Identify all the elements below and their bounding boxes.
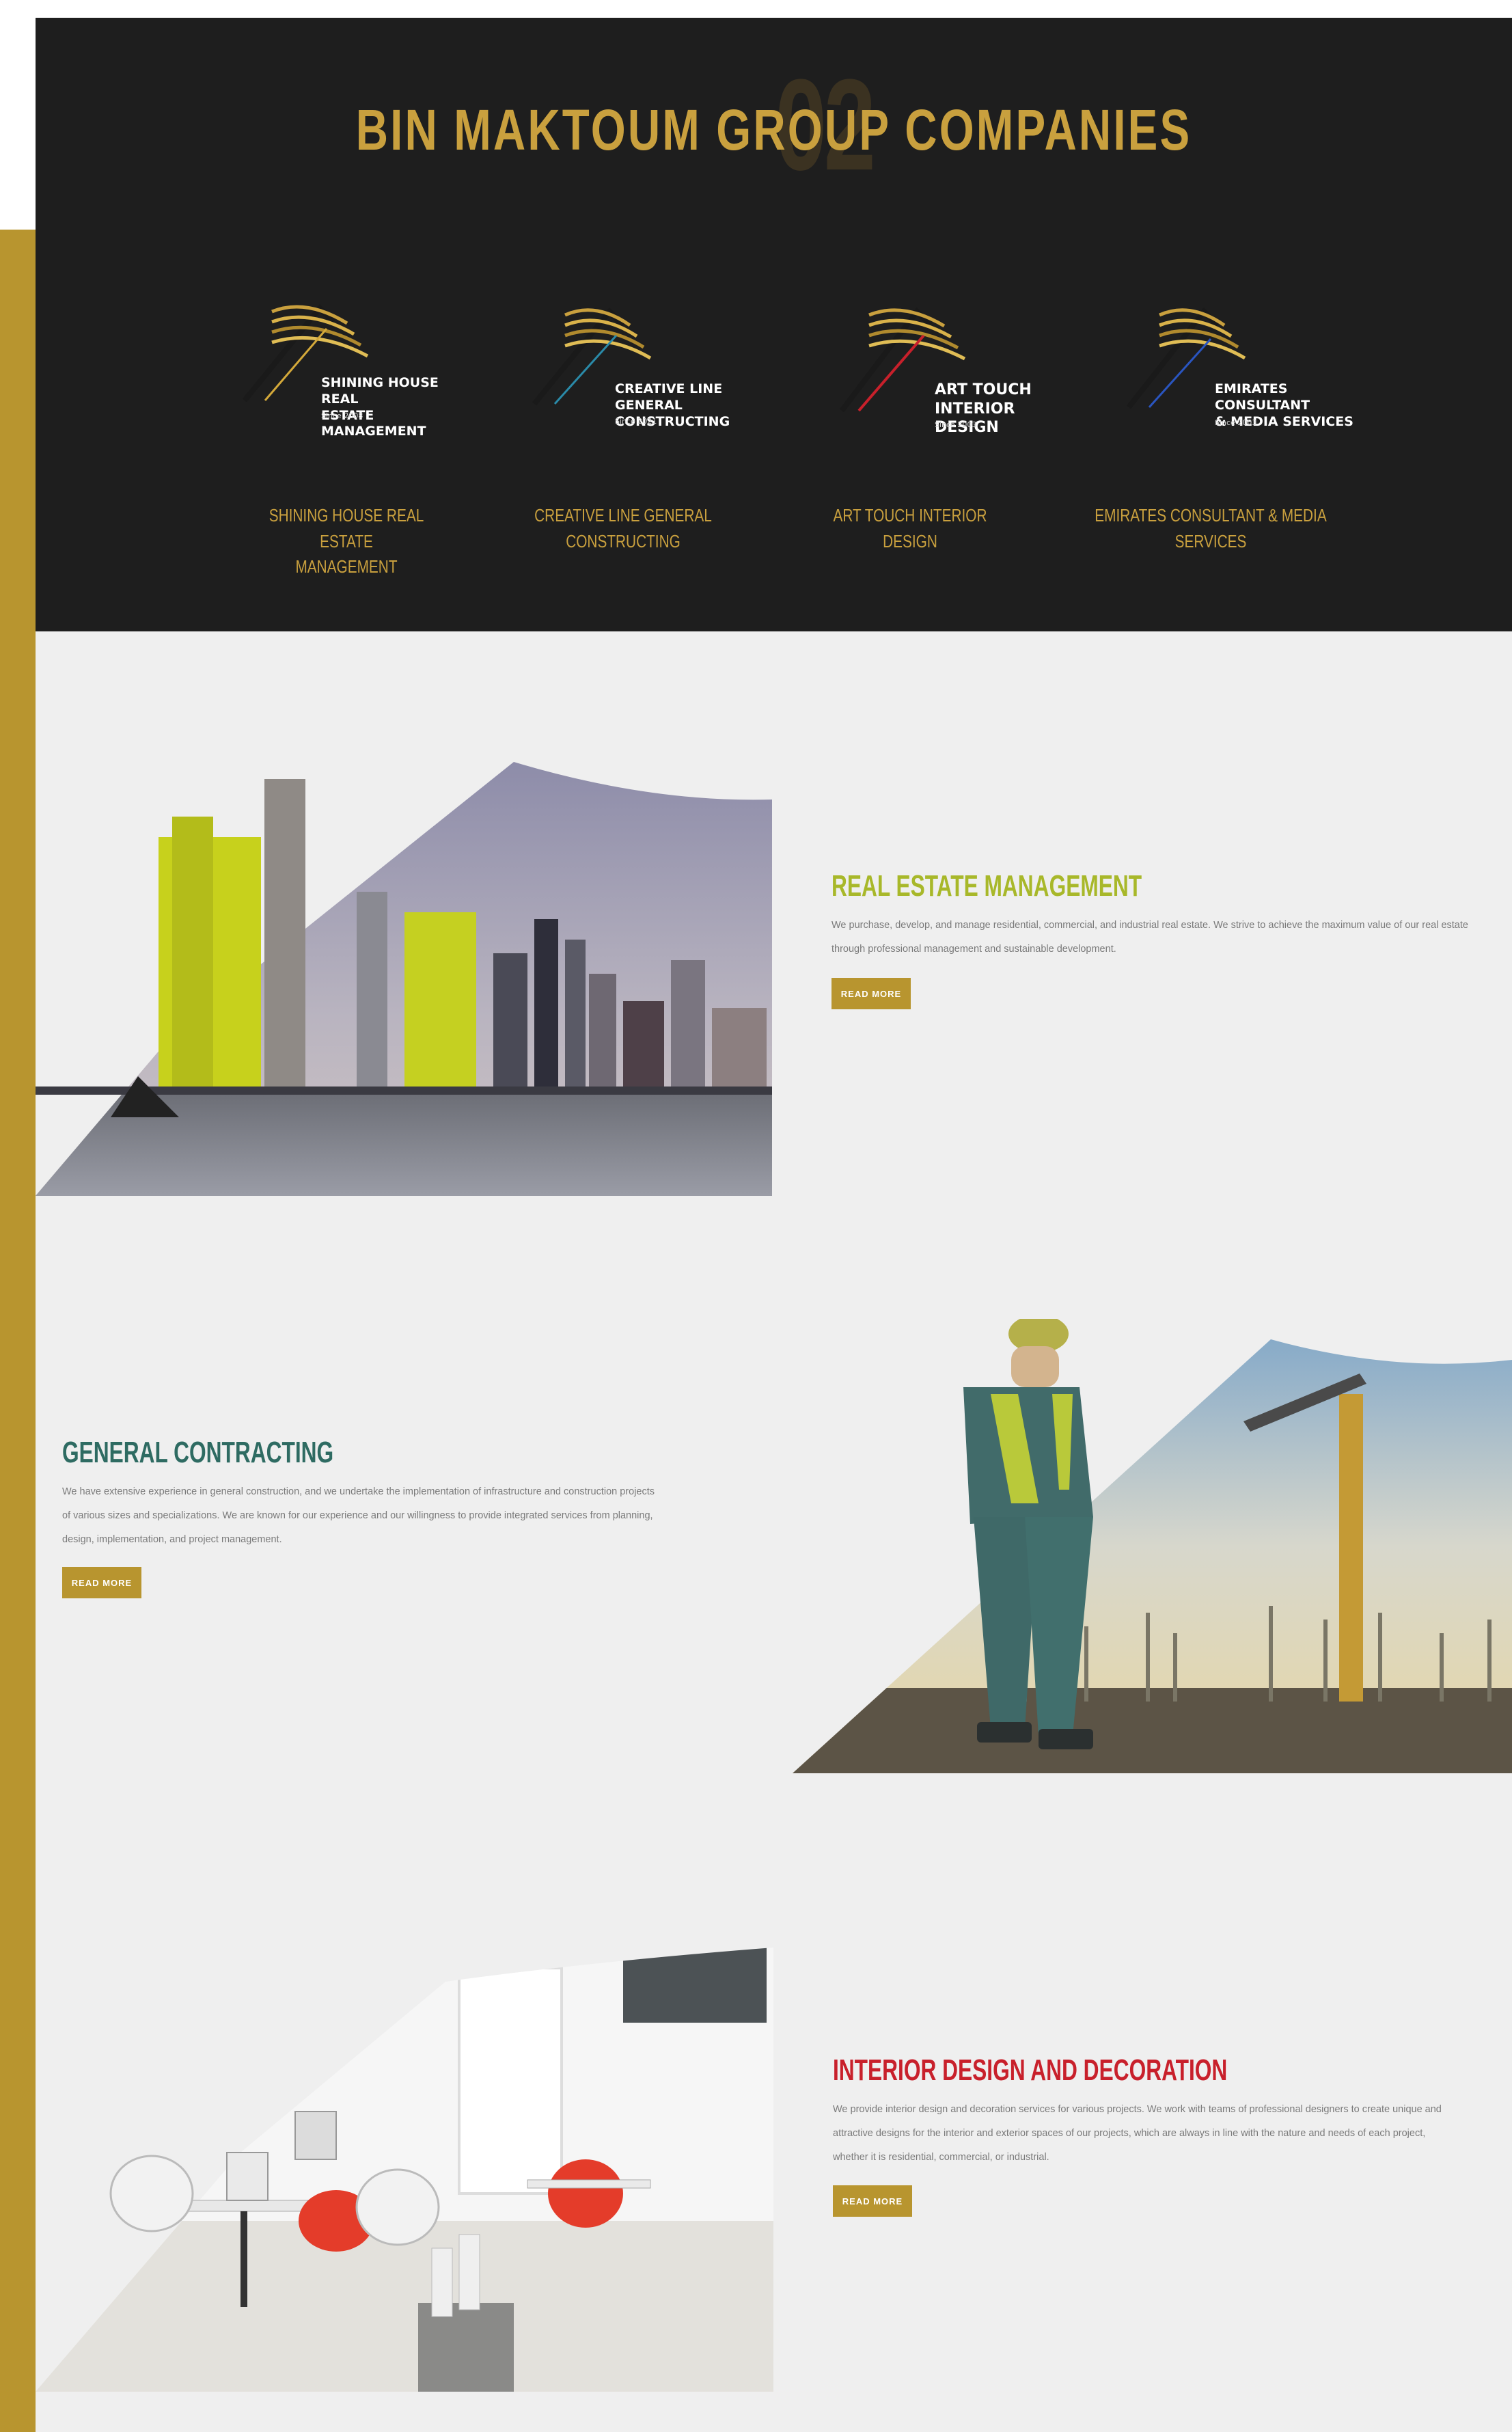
company-logo-art-touch[interactable]: ART TOUCH INTERIOR DESIGN Since 2003: [821, 281, 1067, 436]
companies-section: 02 BIN MAKTOUM GROUP COMPANIES SHINING H…: [36, 18, 1512, 631]
service-title-real-estate: REAL ESTATE MANAGEMENT: [831, 869, 1142, 903]
company-logo-shining-house[interactable]: SHINING HOUSE REAL ESTATE MANAGEMENT Sin…: [224, 281, 470, 439]
company-name-creative-line[interactable]: CREATIVE LINE GENERAL CONSTRUCTING: [514, 503, 732, 554]
service-title-interior-design: INTERIOR DESIGN AND DECORATION: [833, 2053, 1228, 2087]
gold-accent-stripe: [0, 230, 36, 2432]
construction-worker-image: [793, 1319, 1512, 1773]
top-margin: [0, 0, 1512, 18]
read-more-button-real-estate[interactable]: READ MORE: [831, 978, 911, 1009]
interior-office-image: [36, 1948, 773, 2392]
read-more-button-general-contracting[interactable]: READ MORE: [62, 1567, 141, 1598]
company-logo-emirates-consultant[interactable]: EMIRATES CONSULTANT & MEDIA SERVICES Sin…: [1108, 284, 1354, 429]
company-name-emirates-consultant[interactable]: EMIRATES CONSULTANT & MEDIA SERVICES: [1085, 503, 1336, 554]
company-name-shining-house[interactable]: SHINING HOUSE REAL ESTATE MANAGEMENT: [256, 503, 437, 580]
company-logo-creative-line[interactable]: CREATIVE LINE GENERAL CONSTRUCTING Since…: [514, 284, 760, 429]
read-more-button-interior-design[interactable]: READ MORE: [833, 2185, 912, 2217]
service-desc-general-contracting: We have extensive experience in general …: [62, 1486, 655, 1545]
service-desc-interior-design: We provide interior design and decoratio…: [833, 2104, 1442, 2163]
service-desc-real-estate: We purchase, develop, and manage residen…: [831, 920, 1468, 955]
company-name-art-touch[interactable]: ART TOUCH INTERIOR DESIGN: [817, 503, 1003, 554]
service-title-general-contracting: GENERAL CONTRACTING: [62, 1436, 334, 1469]
real-estate-skyline-image: [36, 762, 772, 1196]
section-title: BIN MAKTOUM GROUP COMPANIES: [355, 98, 1192, 162]
